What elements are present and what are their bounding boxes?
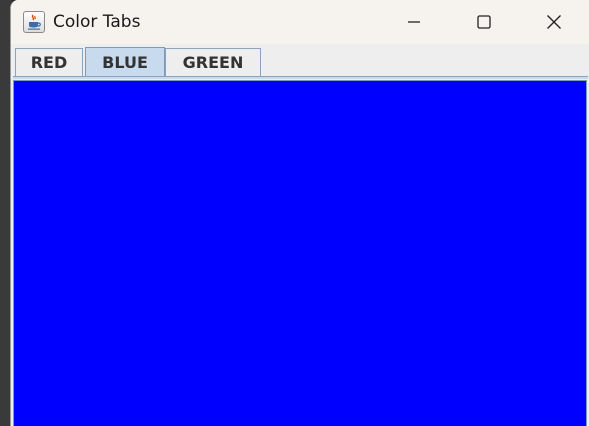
tab-blue[interactable]: BLUE [85,47,165,76]
tab-green[interactable]: GREEN [165,48,261,76]
close-icon [547,15,561,29]
tab-label: RED [30,53,68,72]
tab-underline [13,76,588,79]
tab-strip: RED BLUE GREEN [11,44,589,78]
window-title: Color Tabs [53,12,141,32]
minimize-button[interactable] [391,0,437,44]
application-window: Color Tabs RED BLUE GREEN [10,0,589,426]
color-panel [13,80,587,426]
tab-red[interactable]: RED [15,48,83,76]
tab-label: GREEN [182,53,244,72]
maximize-button[interactable] [461,0,507,44]
title-bar[interactable]: Color Tabs [11,0,589,44]
minimize-icon [408,21,420,23]
maximize-icon [477,15,491,29]
tab-label: BLUE [102,52,148,72]
close-button[interactable] [531,0,577,44]
java-coffee-icon [23,11,45,33]
